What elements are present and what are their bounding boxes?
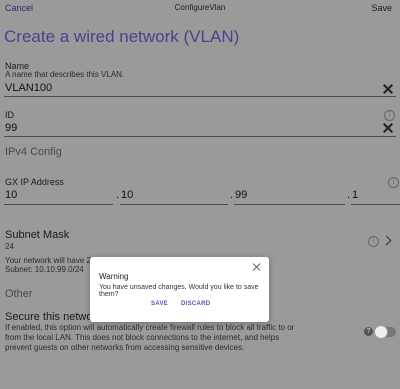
subnet-mask-value: 24 [5, 242, 14, 251]
secure-network-desc-3: prevent guests on other networks from ac… [5, 343, 245, 352]
ip-octet-3-underline [234, 204, 345, 205]
ip-octet-1[interactable]: 10 [5, 189, 17, 201]
id-label: ID [5, 110, 14, 120]
save-button[interactable]: Save [371, 3, 392, 13]
name-underline [4, 96, 396, 97]
ip-octet-4[interactable]: 1 [352, 189, 358, 201]
ip-dot-3: . [347, 189, 351, 201]
page-title: Create a wired network (VLAN) [4, 27, 240, 46]
network-subnet-text: Subnet: 10.10.99.0/24 [5, 265, 84, 274]
network-hosts-text: Your network will have 2 [5, 256, 91, 265]
name-description: A name that describes this VLAN. [5, 70, 125, 79]
secure-network-desc-1: If enabled, this option will automatical… [5, 323, 295, 332]
ip-octet-2[interactable]: 10 [121, 189, 133, 201]
subnet-mask-row[interactable]: Subnet Mask 24 i [0, 224, 400, 254]
ip-dot-2: . [230, 189, 234, 201]
dialog-title: Warning [99, 272, 129, 281]
ip-octet-1-underline [4, 204, 113, 205]
nav-title: ConfigureVlan [174, 3, 226, 12]
name-input[interactable]: VLAN100 [5, 82, 52, 94]
subnet-mask-label: Subnet Mask [5, 229, 70, 241]
help-icon[interactable]: ? [364, 327, 373, 336]
nav-bar: Cancel ConfigureVlan Save [0, 0, 400, 16]
toggle-knob [374, 325, 388, 339]
subnet-info-icon[interactable]: i [368, 236, 379, 247]
close-dialog-icon[interactable] [252, 263, 260, 271]
secure-network-toggle[interactable] [374, 325, 396, 339]
ip-octet-3[interactable]: 99 [235, 189, 247, 201]
warning-dialog: Warning You have unsaved changes. Would … [90, 257, 269, 322]
ip-octet-4-underline [351, 204, 400, 205]
dialog-message: You have unsaved changes. Would you like… [99, 284, 259, 298]
dialog-discard-button[interactable]: DISCARD [181, 301, 210, 307]
dialog-save-button[interactable]: SAVE [151, 301, 168, 307]
id-underline [4, 136, 396, 137]
clear-name-icon[interactable] [382, 83, 394, 95]
secure-network-desc-2: from the local LAN. This does not block … [5, 333, 280, 342]
id-info-icon[interactable]: i [384, 110, 395, 121]
other-section-header: Other [5, 288, 33, 300]
gx-ip-info-icon[interactable]: i [388, 177, 399, 188]
ip-octet-2-underline [120, 204, 228, 205]
chevron-right-icon [381, 235, 392, 246]
gx-ip-label: GX IP Address [5, 177, 64, 187]
ip-dot-1: . [116, 189, 120, 201]
id-input[interactable]: 99 [5, 122, 17, 134]
clear-id-icon[interactable] [382, 122, 394, 134]
secure-network-title: Secure this network [5, 311, 102, 323]
ipv4-section-header: IPv4 Config [5, 146, 62, 158]
